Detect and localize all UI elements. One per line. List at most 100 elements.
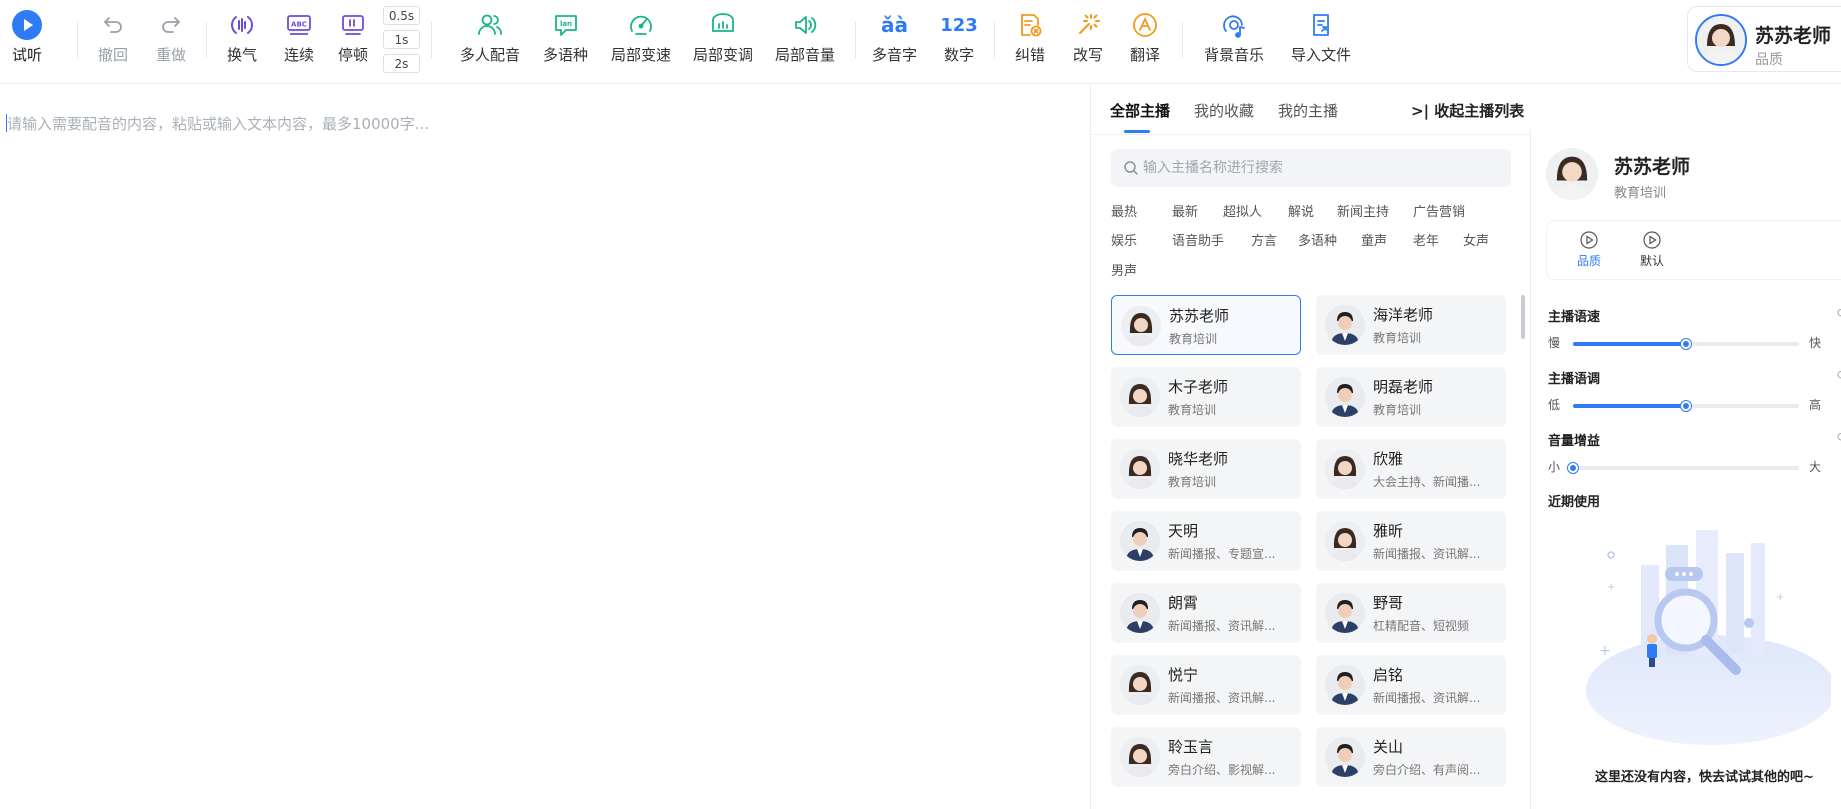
category-filter[interactable]: 最热 bbox=[1111, 201, 1137, 220]
play-button[interactable]: 试听 bbox=[12, 10, 42, 74]
voice-card[interactable]: 天明 新闻播报、专题宣... bbox=[1111, 511, 1301, 571]
translate-button[interactable]: 翻译 bbox=[1130, 10, 1160, 74]
reset-icon[interactable]: ⟳ bbox=[1837, 430, 1841, 444]
avatar bbox=[1325, 377, 1365, 417]
voice-card[interactable]: 关山 旁白介绍、有声阅... bbox=[1316, 727, 1506, 787]
polyphone-button[interactable]: ǎà 多音字 bbox=[872, 10, 917, 74]
category-filter[interactable]: 男声 bbox=[1111, 260, 1137, 279]
category-filter[interactable]: 多语种 bbox=[1298, 230, 1337, 249]
avatar bbox=[1121, 306, 1161, 346]
bgm-button[interactable]: 背景音乐 bbox=[1204, 10, 1264, 74]
multi-language-label: 多语种 bbox=[543, 46, 589, 64]
voice-search bbox=[1111, 149, 1511, 187]
voice-card[interactable]: 聆玉言 旁白介绍、影视解... bbox=[1111, 727, 1301, 787]
svg-text:+: + bbox=[1607, 582, 1615, 593]
category-filter[interactable]: 童声 bbox=[1361, 230, 1387, 249]
pause-icon bbox=[338, 10, 368, 40]
text-editor[interactable]: 请输入需要配音的内容，粘贴或输入文本内容，最多10000字... bbox=[0, 85, 1090, 809]
voice-list-scrollbar[interactable] bbox=[1521, 295, 1525, 339]
voice-list-panel: 全部主播 我的收藏 我的主播 >| 收起主播列表 最热 最新 超拟人 解说 新闻主持 广告… bbox=[1090, 85, 1531, 809]
pitch-slider[interactable] bbox=[1573, 401, 1799, 411]
voice-card[interactable]: 野哥 杠精配音、短视频 bbox=[1316, 583, 1506, 643]
rewrite-label: 改写 bbox=[1073, 46, 1104, 64]
reset-icon[interactable]: ⟳ bbox=[1837, 306, 1841, 320]
category-filter[interactable]: 语音助手 bbox=[1172, 230, 1224, 249]
editor-placeholder: 请输入需要配音的内容，粘贴或输入文本内容，最多10000字... bbox=[7, 115, 430, 133]
voice-search-input[interactable] bbox=[1143, 149, 1503, 187]
category-filter[interactable]: 超拟人 bbox=[1223, 201, 1262, 220]
local-volume-button[interactable]: 局部音量 bbox=[775, 10, 835, 74]
tab-all-voices[interactable]: 全部主播 bbox=[1110, 100, 1170, 121]
volume-icon bbox=[790, 10, 820, 40]
voice-card[interactable]: 明磊老师 教育培训 bbox=[1316, 367, 1506, 427]
voice-card[interactable]: 欣雅 大会主持、新闻播... bbox=[1316, 439, 1506, 499]
play-label: 试听 bbox=[12, 46, 43, 64]
current-voice-profile[interactable]: 苏苏老师 品质 bbox=[1687, 6, 1841, 72]
voice-card[interactable]: 海洋老师 教育培训 bbox=[1316, 295, 1506, 355]
avatar bbox=[1120, 737, 1160, 777]
voice-card[interactable]: 晓华老师 教育培训 bbox=[1111, 439, 1301, 499]
undo-button[interactable]: 撤回 bbox=[98, 10, 128, 74]
voice-card[interactable]: 雅昕 新闻播报、资讯解... bbox=[1316, 511, 1506, 571]
speed-max-label: 快 bbox=[1809, 336, 1822, 350]
collapse-voice-list-button[interactable]: >| 收起主播列表 bbox=[1411, 100, 1524, 121]
category-filter[interactable]: 方言 bbox=[1251, 230, 1277, 249]
volume-max-label: 大 bbox=[1809, 460, 1822, 474]
speed-slider[interactable] bbox=[1573, 339, 1799, 349]
category-filter[interactable]: 广告营销 bbox=[1413, 201, 1465, 220]
speedometer-icon bbox=[626, 10, 656, 40]
redo-icon bbox=[156, 10, 186, 40]
tab-favorites[interactable]: 我的收藏 bbox=[1194, 100, 1254, 121]
local-pitch-button[interactable]: 局部变调 bbox=[693, 10, 753, 74]
multi-voice-button[interactable]: 多人配音 bbox=[460, 10, 520, 74]
voice-card[interactable]: 悦宁 新闻播报、资讯解... bbox=[1111, 655, 1301, 715]
continuous-button[interactable]: ABC 连续 bbox=[284, 10, 314, 74]
volume-slider[interactable] bbox=[1568, 463, 1799, 473]
pause-option-0-5s[interactable]: 0.5s bbox=[383, 6, 420, 25]
empty-state-illustration: + + + bbox=[1571, 525, 1836, 750]
pause-button[interactable]: 停顿 bbox=[338, 10, 368, 74]
avatar bbox=[1120, 377, 1160, 417]
voice-card[interactable]: 苏苏老师 教育培训 bbox=[1111, 295, 1301, 355]
profile-name: 苏苏老师 bbox=[1755, 25, 1832, 47]
correct-button[interactable]: 纠错 bbox=[1015, 10, 1045, 74]
category-filter[interactable]: 解说 bbox=[1288, 201, 1314, 220]
search-icon bbox=[1123, 160, 1139, 176]
slider-handle[interactable] bbox=[1681, 339, 1691, 349]
voice-name: 野哥 bbox=[1373, 594, 1404, 612]
import-file-button[interactable]: 导入文件 bbox=[1291, 10, 1351, 74]
local-speed-button[interactable]: 局部变速 bbox=[611, 10, 671, 74]
volume-title: 音量增益 bbox=[1548, 434, 1601, 449]
category-filter[interactable]: 新闻主持 bbox=[1337, 201, 1389, 220]
category-filter[interactable]: 女声 bbox=[1463, 230, 1489, 249]
category-filter[interactable]: 娱乐 bbox=[1111, 230, 1137, 249]
voice-tags: 旁白介绍、有声阅... bbox=[1373, 763, 1481, 777]
play-circle-icon bbox=[1643, 231, 1661, 249]
slider-handle[interactable] bbox=[1681, 401, 1691, 411]
avatar bbox=[1325, 449, 1365, 489]
style-option-quality[interactable]: 品质 bbox=[1577, 231, 1601, 269]
detail-avatar bbox=[1546, 148, 1598, 200]
pause-option-2s[interactable]: 2s bbox=[383, 54, 420, 73]
breath-button[interactable]: 换气 bbox=[227, 10, 257, 74]
voice-card[interactable]: 木子老师 教育培训 bbox=[1111, 367, 1301, 427]
rewrite-button[interactable]: 改写 bbox=[1073, 10, 1103, 74]
volume-min-label: 小 bbox=[1548, 460, 1561, 474]
voice-card[interactable]: 启铭 新闻播报、资讯解... bbox=[1316, 655, 1506, 715]
number-button[interactable]: 123 数字 bbox=[940, 10, 978, 74]
voice-tags: 新闻播报、资讯解... bbox=[1373, 547, 1481, 561]
category-filter[interactable]: 最新 bbox=[1172, 201, 1198, 220]
voice-name: 明磊老师 bbox=[1373, 378, 1434, 396]
toolbar-divider bbox=[77, 22, 78, 58]
polyphone-label: 多音字 bbox=[872, 46, 918, 64]
category-filter[interactable]: 老年 bbox=[1413, 230, 1439, 249]
voice-card[interactable]: 朗霄 新闻播报、资讯解... bbox=[1111, 583, 1301, 643]
multi-language-button[interactable]: lan 多语种 bbox=[543, 10, 588, 74]
tab-my-voices[interactable]: 我的主播 bbox=[1278, 100, 1338, 121]
active-tab-indicator bbox=[1124, 130, 1150, 133]
pause-option-1s[interactable]: 1s bbox=[383, 30, 420, 49]
slider-handle[interactable] bbox=[1568, 463, 1578, 473]
reset-icon[interactable]: ⟳ bbox=[1837, 368, 1841, 382]
style-option-default[interactable]: 默认 bbox=[1640, 231, 1664, 269]
redo-button[interactable]: 重做 bbox=[156, 10, 186, 74]
